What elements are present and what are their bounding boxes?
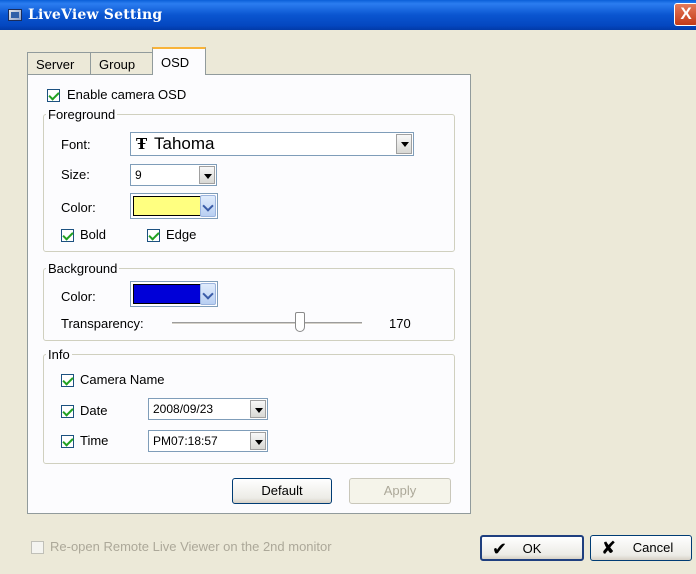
background-color-picker[interactable] (130, 281, 218, 307)
tab-osd[interactable]: OSD (152, 47, 206, 75)
truetype-font-icon: Ŧ (136, 135, 148, 153)
reopen-second-monitor-checkbox[interactable] (31, 541, 44, 554)
size-value: 9 (135, 168, 142, 182)
date-format-select[interactable]: 2008/09/23 (148, 398, 268, 420)
chevron-down-icon[interactable] (200, 283, 216, 305)
app-icon (8, 9, 22, 21)
checkmark-icon: ✔ (492, 539, 508, 559)
cancel-label: Cancel (632, 540, 674, 555)
tab-server[interactable]: Server (27, 52, 91, 74)
date-value: 2008/09/23 (153, 402, 214, 416)
chevron-down-icon[interactable] (250, 400, 266, 418)
enable-osd-checkbox[interactable] (47, 89, 60, 102)
enable-osd-label: Enable camera OSD (67, 87, 187, 102)
title-bar[interactable]: LiveView Setting X (0, 0, 696, 30)
chevron-down-icon[interactable] (200, 195, 216, 217)
transparency-slider-thumb[interactable] (295, 312, 305, 332)
size-label: Size: (61, 167, 90, 182)
size-select[interactable]: 9 (130, 164, 217, 186)
edge-label: Edge (166, 227, 197, 242)
date-checkbox[interactable] (61, 405, 74, 418)
chevron-down-icon[interactable] (396, 134, 412, 154)
camera-name-label: Camera Name (80, 372, 165, 387)
time-checkbox[interactable] (61, 435, 74, 448)
time-value: PM07:18:57 (153, 434, 218, 448)
close-button[interactable]: X (674, 3, 696, 26)
font-value: Tahoma (154, 134, 215, 153)
background-color-swatch (133, 284, 201, 304)
background-color-label: Color: (61, 289, 96, 304)
foreground-legend: Foreground (48, 107, 116, 122)
info-legend: Info (48, 347, 70, 362)
foreground-color-label: Color: (61, 200, 96, 215)
bold-checkbox[interactable] (61, 229, 74, 242)
bold-label: Bold (80, 227, 107, 242)
transparency-slider-track[interactable] (172, 322, 362, 325)
date-label: Date (80, 403, 108, 418)
ok-label: OK (522, 541, 542, 556)
default-button[interactable]: Default (232, 478, 332, 504)
transparency-label: Transparency: (61, 316, 144, 331)
font-select[interactable]: Ŧ Tahoma (130, 132, 414, 156)
cancel-button[interactable]: ✘ Cancel (590, 535, 692, 561)
camera-name-checkbox[interactable] (61, 374, 74, 387)
foreground-color-picker[interactable] (130, 193, 218, 219)
reopen-second-monitor-label: Re-open Remote Live Viewer on the 2nd mo… (50, 539, 332, 554)
ok-button[interactable]: ✔ OK (480, 535, 584, 561)
time-format-select[interactable]: PM07:18:57 (148, 430, 268, 452)
foreground-color-swatch (133, 196, 201, 216)
transparency-value: 170 (389, 316, 411, 331)
tab-group[interactable]: Group (90, 52, 154, 74)
chevron-down-icon[interactable] (199, 166, 215, 184)
edge-checkbox[interactable] (147, 229, 160, 242)
liveview-setting-dialog: LiveView Setting X Server Group OSD Enab… (0, 0, 696, 574)
window-title: LiveView Setting (28, 7, 163, 23)
font-label: Font: (61, 137, 91, 152)
time-label: Time (80, 433, 109, 448)
background-legend: Background (48, 261, 118, 276)
chevron-down-icon[interactable] (250, 432, 266, 450)
apply-button[interactable]: Apply (349, 478, 451, 504)
cross-icon: ✘ (601, 538, 617, 558)
